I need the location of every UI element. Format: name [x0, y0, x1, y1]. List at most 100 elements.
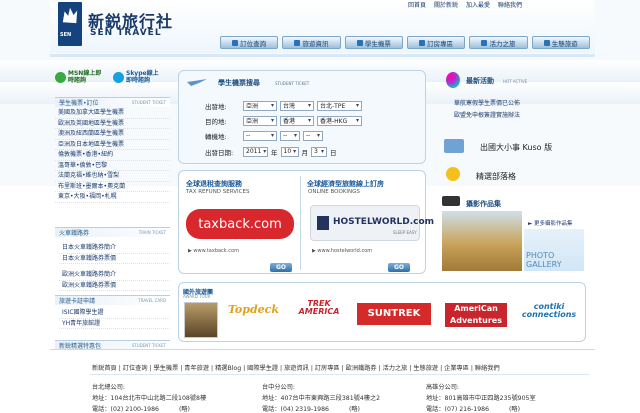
partner-logo-trek-america[interactable]: TREK AMERICA [290, 300, 348, 316]
office-phone: 電話：(07) 216-1986 [426, 406, 490, 413]
travel-card-list: ISIC國際學生證 YH青年旅館證 [59, 308, 170, 329]
partner-logo-topdeck[interactable]: Topdeck [228, 303, 279, 316]
nav-label: 活力之旅 [489, 39, 516, 48]
office-kaohsiung: 高雄分公司: 地址：801高雄市中正四路235號905室 電話：(07) 216… [426, 382, 536, 413]
day-select[interactable]: 3 [311, 146, 327, 157]
nav-icon [294, 39, 301, 46]
brand-name-en: SEN TRAVEL [90, 28, 162, 38]
partner-logo-contiki[interactable]: contiki connections [515, 303, 583, 319]
transfer-country-select[interactable]: -- [280, 130, 300, 141]
office-address: 地址：407台中市東興路三段381號4樓之2 [262, 395, 381, 402]
news-item[interactable]: 華航寒假學生票價已公佈 [454, 98, 520, 107]
section-subtitle: TRAIN TICKET [138, 230, 166, 235]
promo-divider [300, 176, 301, 270]
dest-region-select[interactable]: 亞洲 [243, 115, 277, 126]
world-map-icon [444, 139, 464, 153]
list-item[interactable]: 美國及加拿大區學生機票 [55, 108, 170, 119]
list-item[interactable]: 歐洲火車鐵路券簡介 [59, 270, 170, 281]
search-subtitle: STUDENT TICKET [275, 81, 310, 86]
footer-divider [50, 349, 595, 350]
transfer-city-select[interactable]: -- [303, 130, 323, 141]
news-item[interactable]: 歐盟免申根簽證實施辦法 [454, 110, 520, 119]
list-item[interactable]: 溫哥華•倫敦•巴黎 [55, 161, 170, 171]
travel-card-header: 旅遊卡証申請 TRAVEL CARD [55, 295, 170, 305]
photo-more-link[interactable]: ► 更多攝影作品集 [528, 219, 572, 227]
nav-icon [419, 39, 426, 46]
hostel-url[interactable]: ▶ www.hostelworld.com [312, 248, 372, 254]
office-name: 台北總公司: [92, 384, 126, 391]
kuso-label: 出國大小事 Kuso 版 [480, 143, 553, 152]
section-subtitle: STUDENT TICKET [131, 343, 166, 348]
section-title: 學生機票•訂位 [59, 100, 99, 107]
transfer-region-select[interactable]: -- [243, 130, 277, 141]
nav-booking[interactable]: 訂位查詢 [220, 36, 279, 49]
photo-gallery-banner[interactable]: PHOTO GALLERY [524, 229, 584, 271]
list-item[interactable]: 歐洲及英國地區學生機票 [55, 119, 170, 129]
office-address: 地址：104台北市中山北路二段108號8樓 [92, 395, 207, 402]
hostel-go-button[interactable]: GO [388, 263, 410, 272]
top-link-about[interactable]: 關於新鋭 [434, 0, 458, 9]
nav-eco-tour[interactable]: 生態旅遊 [531, 36, 590, 49]
transfer-row: 轉機地: -- -- -- [205, 130, 323, 141]
month-select[interactable]: 10 [280, 146, 299, 157]
office-phone: 電話：(02) 2100-1986 [92, 406, 159, 413]
photo-title: 攝影作品集 [466, 200, 501, 208]
hostel-icon [317, 216, 329, 230]
day-unit: 日 [330, 148, 337, 157]
msn-chat-button[interactable]: MSN線上即時諮詢 [55, 67, 107, 87]
taxback-logo[interactable]: taxback.com [186, 209, 294, 239]
list-item[interactable]: 法蘭克福•維也納•雪梨 [55, 171, 170, 182]
skype-chat-button[interactable]: Skype線上即時諮詢 [113, 67, 165, 87]
list-item[interactable]: 日本火車鐵路券票價 [59, 254, 170, 264]
tax-go-button[interactable]: GO [270, 263, 292, 272]
depart-country-select[interactable]: 台灣 [280, 100, 314, 111]
partners-subtitle: AWARD TOUR [183, 294, 211, 299]
list-item[interactable]: ISIC國際學生證 [59, 308, 170, 319]
office-fax: (略) [178, 406, 190, 413]
nav-travel-info[interactable]: 旅遊資訊 [282, 36, 341, 49]
nav-student-ticket[interactable]: 學生機票 [344, 36, 403, 49]
nav-active-tour[interactable]: 活力之旅 [469, 36, 528, 49]
office-fax: (略) [348, 406, 360, 413]
top-links: 回首頁 關於新鋭 加入最愛 聯絡我們 [408, 0, 594, 9]
tax-url[interactable]: ▶ www.taxback.com [188, 248, 239, 254]
list-item[interactable]: YH青年旅館證 [59, 319, 170, 329]
list-item[interactable]: 歐洲火車鐵路券票價 [59, 281, 170, 291]
top-link-home[interactable]: 回首頁 [408, 0, 426, 9]
skype-label: Skype線上即時諮詢 [126, 70, 159, 84]
section-title: 旅遊卡証申請 [59, 298, 96, 305]
top-link-favorite[interactable]: 加入最愛 [466, 0, 490, 9]
nav-hotel[interactable]: 訂房專區 [406, 36, 466, 49]
date-label: 出發日期: [205, 148, 234, 157]
office-name: 台中分公司: [262, 384, 296, 391]
date-row: 出發日期: 2011 年 10 月 3 日 [205, 146, 337, 157]
hostel-subtitle: ONLINE BOOKINGS [308, 189, 360, 195]
depart-region-select[interactable]: 亞洲 [243, 100, 277, 111]
year-select[interactable]: 2011 [243, 146, 268, 157]
dest-country-select[interactable]: 香港 [280, 115, 314, 126]
hostelworld-logo[interactable]: HOSTELWORLD.com SLEEP EASY [310, 205, 434, 241]
nav-label: 旅遊資訊 [302, 39, 329, 48]
office-phone: 電話：(04) 2319-1986 [262, 406, 329, 413]
list-item[interactable]: 亞洲及日本地區學生機票 [55, 140, 170, 150]
list-item[interactable]: 倫敦機票•香港•紐約 [55, 150, 170, 161]
partner-logo-suntrek[interactable]: SUNTREK [357, 303, 431, 325]
nav-icon [356, 39, 363, 46]
dest-city-select[interactable]: 香港-HKG [317, 115, 362, 126]
depart-city-select[interactable]: 台北-TPE [317, 100, 362, 111]
cheetah-photo[interactable] [442, 211, 522, 271]
hostel-title: 全球經濟型旅館線上訂房 [307, 180, 384, 188]
list-item[interactable]: 東京•大阪•福岡•札幌 [55, 192, 170, 203]
list-item[interactable]: 日本火車鐵路券簡介 [59, 243, 170, 254]
top-link-contact[interactable]: 聯絡我們 [498, 0, 522, 9]
list-item[interactable]: 布里斯班•墨爾本•奧克蘭 [55, 182, 170, 192]
section-subtitle: STUDENT TICKET [131, 100, 166, 105]
msn-icon [55, 71, 66, 83]
partner-logo-americans[interactable]: AmeriCan Adventures [445, 303, 507, 327]
logo-text: SEN [60, 32, 72, 38]
nav-label: 訂位查詢 [240, 39, 267, 48]
brand-logo[interactable]: SEN [58, 2, 82, 46]
list-item[interactable]: 澳洲及紐西蘭區學生機票 [55, 129, 170, 140]
footer-links[interactable]: 新鋭首頁 | 訂位查詢 | 學生機票 | 青年旅遊 | 精選Blog | 國際學… [92, 363, 500, 372]
destination-label: 目的地: [205, 117, 227, 126]
